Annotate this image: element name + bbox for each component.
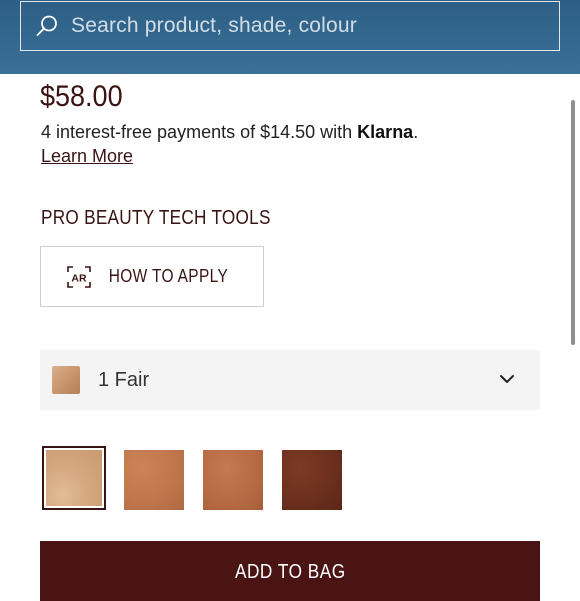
scrollbar[interactable] <box>571 100 575 345</box>
ar-icon: AR <box>66 265 91 288</box>
swatch-texture <box>203 450 263 510</box>
shade-swatch-3[interactable] <box>203 450 263 510</box>
add-to-bag-button[interactable]: ADD TO BAG <box>40 541 540 601</box>
swatch-texture <box>124 450 184 510</box>
how-to-apply-label: HOW TO APPLY <box>108 266 228 286</box>
chevron-down-icon <box>500 375 514 383</box>
search-icon <box>36 15 57 36</box>
selected-shade-label: 1 Fair <box>98 368 150 391</box>
search-placeholder: Search product, shade, colour <box>71 14 357 37</box>
how-to-apply-button[interactable]: AR HOW TO APPLY <box>40 246 264 307</box>
learn-more-link[interactable]: Learn More <box>41 146 133 167</box>
swatch-texture <box>282 450 342 510</box>
header-bar: Search product, shade, colour <box>0 0 580 74</box>
shade-dropdown[interactable]: 1 Fair <box>40 350 540 410</box>
product-price: $58.00 <box>40 80 123 113</box>
installments-text: 4 interest-free payments of $14.50 with … <box>41 122 418 143</box>
swatch-texture <box>46 450 102 506</box>
shade-swatch-fair[interactable] <box>42 446 106 510</box>
add-to-bag-label: ADD TO BAG <box>234 561 346 583</box>
ar-icon-label: AR <box>71 272 87 284</box>
shade-swatch-4[interactable] <box>282 450 342 510</box>
installments-message: 4 interest-free payments of $14.50 with <box>41 122 358 142</box>
installments-suffix: . <box>413 122 419 142</box>
klarna-logo: Klarna <box>357 122 414 142</box>
selected-shade-thumbnail <box>52 366 80 394</box>
tools-heading: PRO BEAUTY TECH TOOLS <box>41 207 271 229</box>
search-input[interactable]: Search product, shade, colour <box>20 1 560 51</box>
shade-swatch-2[interactable] <box>124 450 184 510</box>
